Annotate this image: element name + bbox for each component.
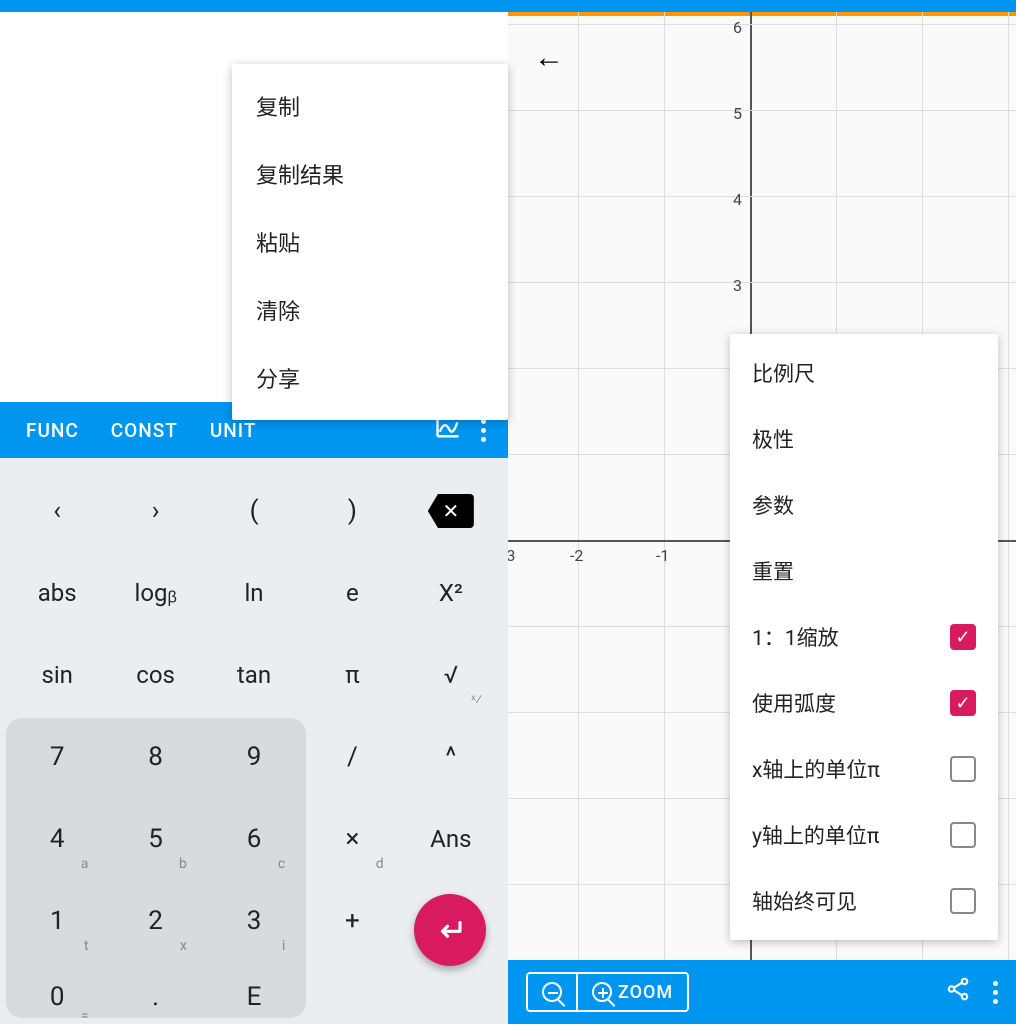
more-icon[interactable] (993, 981, 998, 1004)
key-6[interactable]: 6c (205, 798, 303, 880)
zoom-controls: ZOOM (526, 972, 689, 1012)
status-bar-right (508, 0, 1016, 12)
y-tick: 4 (733, 190, 742, 209)
menu-paste[interactable]: 粘贴 (232, 208, 508, 276)
checkbox-icon[interactable]: ✓ (950, 624, 976, 650)
menu-clear[interactable]: 清除 (232, 276, 508, 344)
menu-copy-result[interactable]: 复制结果 (232, 140, 508, 208)
tab-const[interactable]: CONST (95, 419, 194, 442)
key-log[interactable]: logᵦ (106, 552, 204, 634)
opt-reset[interactable]: 重置 (730, 538, 998, 604)
checkbox-icon[interactable]: ✓ (950, 690, 976, 716)
graph-toolbar: ZOOM (508, 960, 1016, 1024)
key-5[interactable]: 5b (106, 798, 204, 880)
zoom-in-button[interactable]: ZOOM (578, 974, 687, 1010)
opt-radians[interactable]: 使用弧度✓ (730, 670, 998, 736)
key-empty3 (402, 962, 500, 1032)
calculator-pane: 复制 复制结果 粘贴 清除 分享 FUNC CONST UNIT ‹ › ( )… (0, 0, 508, 1024)
key-exp[interactable]: E (205, 962, 303, 1032)
menu-share[interactable]: 分享 (232, 344, 508, 412)
graph-pane: ← 6 5 4 3 -3 -2 -1 比例尺 极性 参数 重置 1：1缩放✓ (508, 0, 1016, 1024)
key-empty2 (303, 962, 401, 1032)
opt-scale[interactable]: 比例尺 (730, 340, 998, 406)
key-sin[interactable]: sin (8, 634, 106, 716)
key-backspace[interactable]: ✕ (402, 470, 500, 552)
key-abs[interactable]: abs (8, 552, 106, 634)
x-tick: -2 (570, 546, 583, 565)
key-cos[interactable]: cos (106, 634, 204, 716)
key-ln[interactable]: ln (205, 552, 303, 634)
key-power[interactable]: ^ (402, 716, 500, 798)
checkbox-icon[interactable] (950, 756, 976, 782)
checkbox-icon[interactable] (950, 888, 976, 914)
opt-polarity[interactable]: 极性 (730, 406, 998, 472)
checkbox-icon[interactable] (950, 822, 976, 848)
key-0[interactable]: 0= (8, 962, 106, 1032)
key-next[interactable]: › (106, 470, 204, 552)
opt-y-pi[interactable]: y轴上的单位π (730, 802, 998, 868)
key-1[interactable]: 1t (8, 880, 106, 962)
y-tick: 6 (733, 18, 742, 37)
key-tan[interactable]: tan (205, 634, 303, 716)
zoom-out-icon (542, 982, 562, 1002)
share-icon[interactable] (945, 976, 971, 1009)
more-icon[interactable] (468, 419, 498, 442)
display-area: 复制 复制结果 粘贴 清除 分享 (0, 12, 508, 402)
graph-canvas[interactable]: ← 6 5 4 3 -3 -2 -1 比例尺 极性 参数 重置 1：1缩放✓ (508, 12, 1016, 960)
key-9[interactable]: 9 (205, 716, 303, 798)
x-tick: -3 (508, 546, 515, 565)
key-7[interactable]: 7 (8, 716, 106, 798)
key-rparen[interactable]: ) (303, 470, 401, 552)
menu-copy[interactable]: 复制 (232, 72, 508, 140)
key-pi[interactable]: π (303, 634, 401, 716)
opt-x-pi[interactable]: x轴上的单位π (730, 736, 998, 802)
status-bar (0, 0, 508, 12)
key-2[interactable]: 2x (106, 880, 204, 962)
y-tick: 3 (733, 276, 742, 295)
context-menu: 复制 复制结果 粘贴 清除 分享 (232, 64, 508, 420)
key-divide[interactable]: / (303, 716, 401, 798)
keypad: ‹ › ( ) ✕ abs logᵦ ln e X² sin cos tan π… (0, 458, 508, 1024)
opt-axis-visible[interactable]: 轴始终可见 (730, 868, 998, 934)
key-square[interactable]: X² (402, 552, 500, 634)
tab-func[interactable]: FUNC (10, 419, 95, 442)
key-sqrt[interactable]: √ˣ⁄ (402, 634, 500, 716)
key-lparen[interactable]: ( (205, 470, 303, 552)
opt-1to1-zoom[interactable]: 1：1缩放✓ (730, 604, 998, 670)
plot-line (508, 12, 1016, 16)
key-empty (402, 880, 500, 962)
key-4[interactable]: 4a (8, 798, 106, 880)
y-tick: 5 (733, 104, 742, 123)
key-plus[interactable]: + (303, 880, 401, 962)
graph-options-menu: 比例尺 极性 参数 重置 1：1缩放✓ 使用弧度✓ x轴上的单位π y轴上的单位… (730, 334, 998, 940)
key-prev[interactable]: ‹ (8, 470, 106, 552)
key-3[interactable]: 3i (205, 880, 303, 962)
tab-unit[interactable]: UNIT (194, 419, 273, 442)
key-ans[interactable]: Ans (402, 798, 500, 880)
x-tick: -1 (656, 546, 669, 565)
opt-parameter[interactable]: 参数 (730, 472, 998, 538)
zoom-in-icon (592, 982, 612, 1002)
zoom-out-button[interactable] (528, 974, 578, 1010)
key-e[interactable]: e (303, 552, 401, 634)
key-8[interactable]: 8 (106, 716, 204, 798)
key-dot[interactable]: . (106, 962, 204, 1032)
key-multiply[interactable]: ×d (303, 798, 401, 880)
back-icon[interactable]: ← (534, 40, 564, 75)
